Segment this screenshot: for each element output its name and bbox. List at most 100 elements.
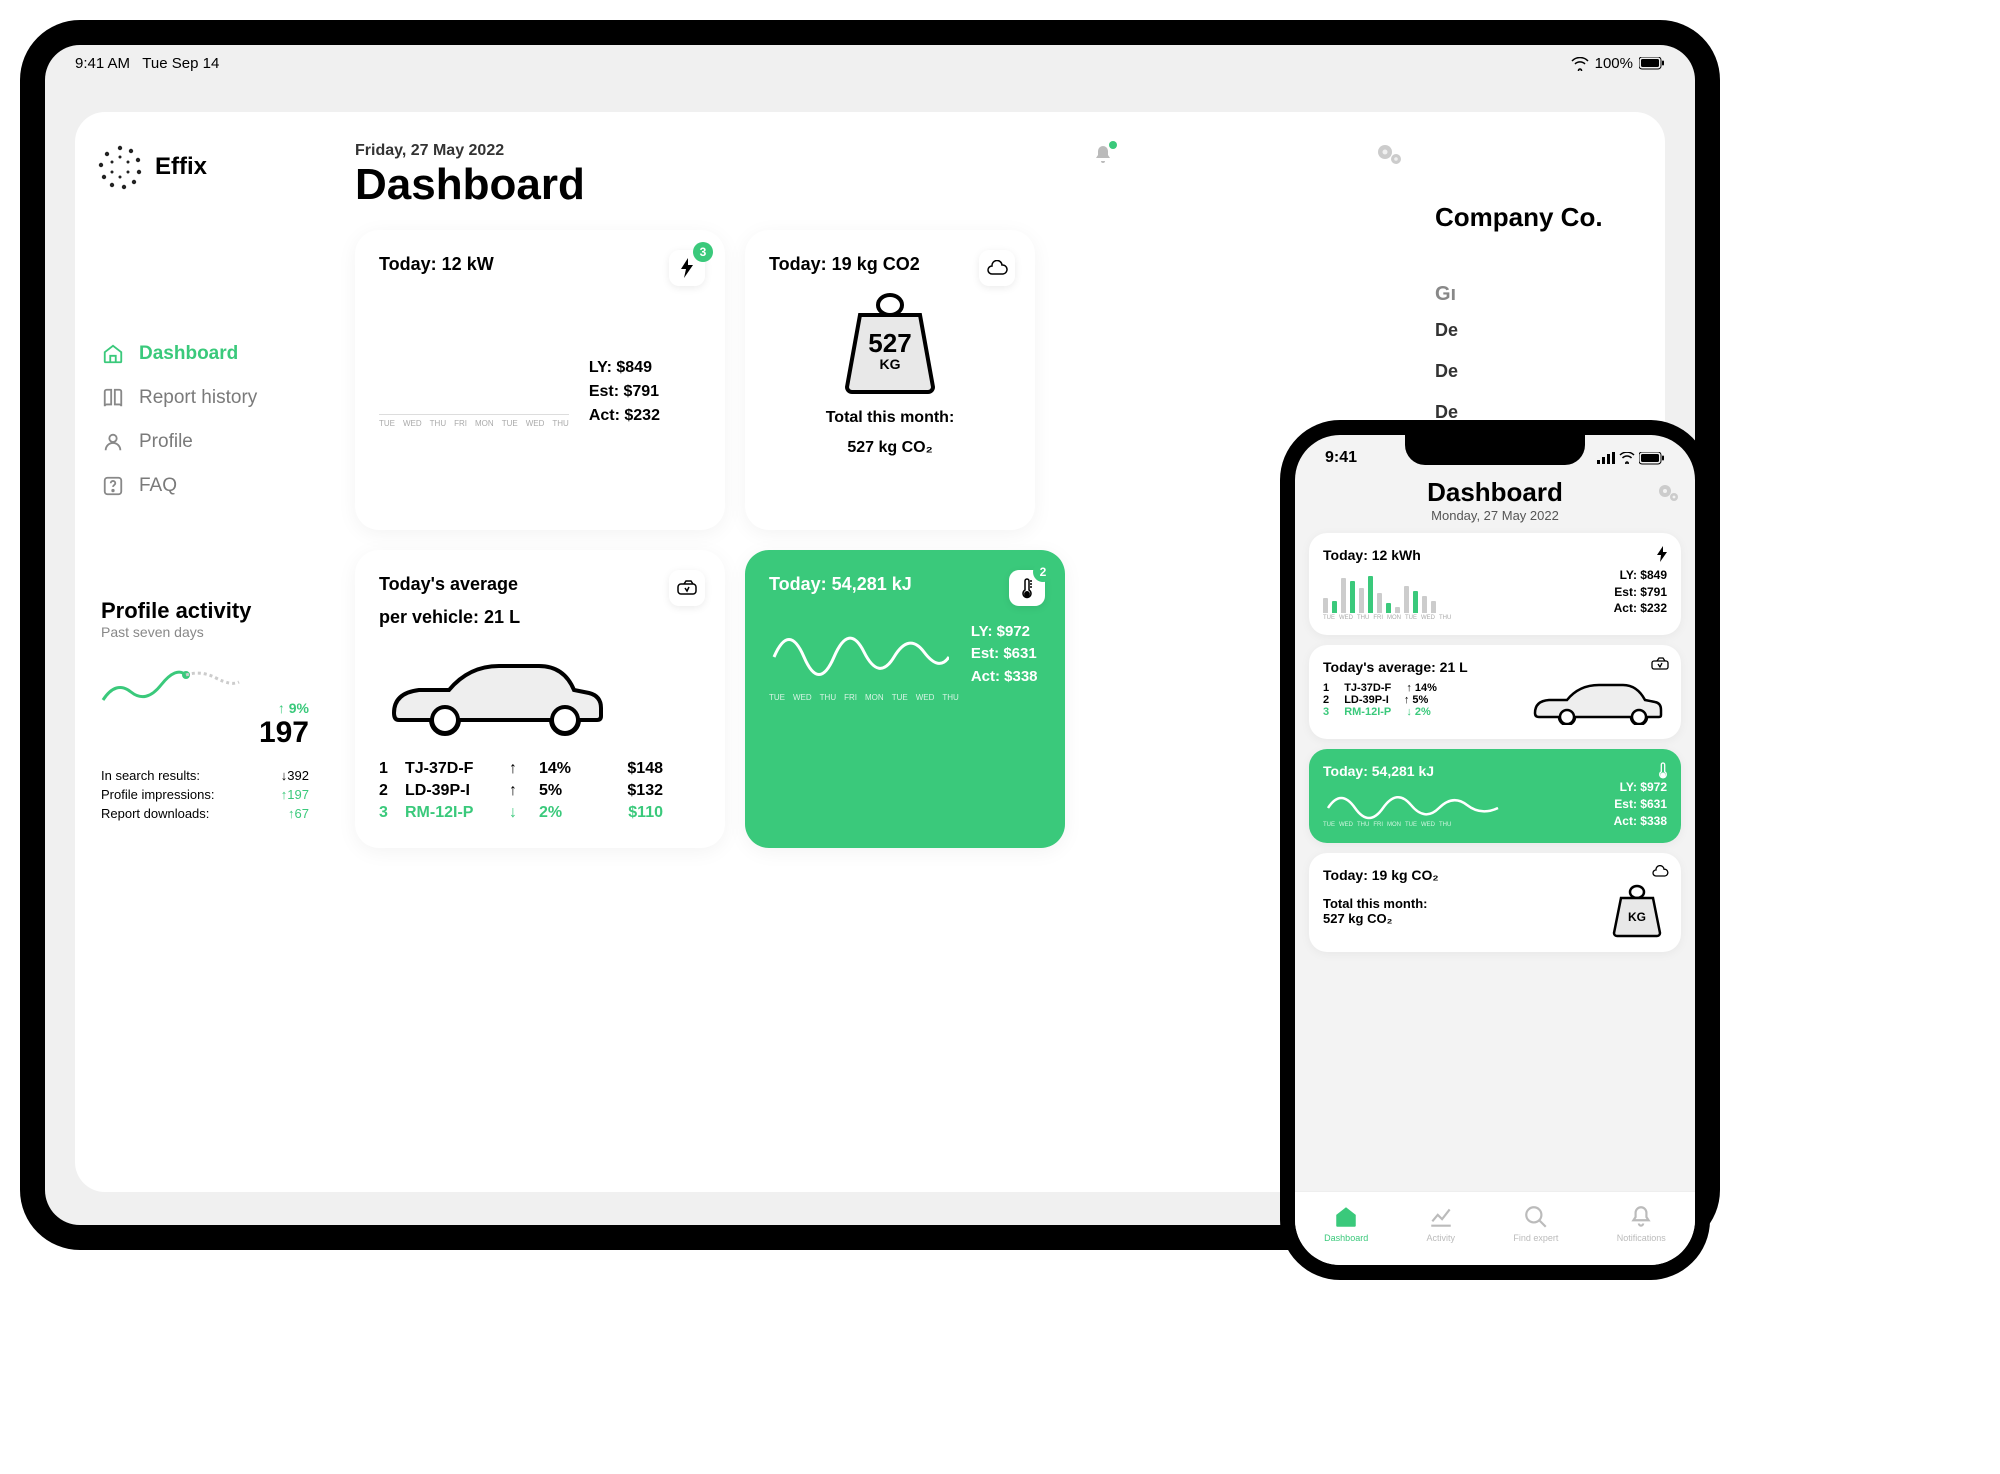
svg-text:527: 527 [868,328,911,358]
kw-act: Act: $232 [589,404,660,428]
gear-icon [1657,483,1681,503]
logo-icon [95,142,145,192]
profile-activity-widget: Profile activity Past seven days ↑ 9% 19… [95,588,315,833]
company-name: Company Co. [1435,202,1655,233]
tab-notifications[interactable]: Notifications [1617,1204,1666,1243]
card-kj-title: Today: 54,281 kJ [769,574,1041,595]
pa-subtitle: Past seven days [101,624,309,640]
cloud-icon [1651,865,1669,878]
pa-row-label: Profile impressions: [101,787,214,802]
kw-est: Est: $791 [589,380,660,404]
car-icon [1527,675,1667,725]
right-item[interactable]: De [1435,310,1655,351]
kw-bar-chart [379,315,569,415]
weight-icon: 527 KG [835,287,945,397]
nav-dashboard-label: Dashboard [139,343,238,365]
ipad-status-bar: 9:41 AM Tue Sep 14 100% [45,45,1695,82]
card-kj[interactable]: Today: 54,281 kJ 2 TUEWEDTHUFRIMONTUEWED… [745,550,1065,848]
m-kj-wave [1323,780,1503,820]
pa-title: Profile activity [101,598,309,624]
book-icon [101,386,125,410]
settings-button[interactable] [1375,142,1405,168]
mobile-card-kj[interactable]: Today: 54,281 kJ TUEWEDTHUFRIMONTUEWEDTH… [1309,749,1681,843]
battery-icon [1639,57,1665,70]
search-icon [1523,1204,1549,1230]
card-co2-icon-wrap [979,250,1015,286]
card-kw-title: Today: 12 kW [379,254,701,275]
nav-report-history-label: Report history [139,387,257,409]
card-co2-title: Today: 19 kg CO2 [769,254,1011,275]
vehicle-row: 2LD-39P-I↑5%$132 [379,780,701,802]
home-icon [101,342,125,366]
pa-row-val: 392 [281,768,309,783]
status-battery-pct: 100% [1595,55,1633,72]
gear-icon [1375,142,1405,168]
thermometer-icon [1657,761,1669,779]
wifi-icon [1571,57,1589,71]
pa-row-label: Report downloads: [101,806,209,821]
kj-badge: 2 [1033,562,1053,582]
iphone-title: Dashboard [1309,477,1681,508]
weight-icon: KG [1607,883,1667,938]
nav-dashboard[interactable]: Dashboard [95,332,315,376]
fuel-icon [1651,657,1669,671]
iphone-header: Dashboard Monday, 27 May 2022 [1309,477,1681,523]
m-avg-title: Today's average: 21 L [1323,659,1667,675]
tab-activity[interactable]: Activity [1427,1204,1456,1243]
kj-act: Act: $338 [971,666,1038,689]
card-kw-icon-wrap: 3 [669,250,705,286]
iphone-date: Monday, 27 May 2022 [1309,508,1681,523]
help-icon [101,474,125,498]
pa-value: 197 [101,716,309,750]
kj-est: Est: $631 [971,643,1038,666]
iphone-notch [1405,435,1585,465]
pa-row-val: 197 [281,787,309,802]
notification-dot [1109,141,1117,149]
mobile-card-vehicle[interactable]: Today's average: 21 L 1 TJ-37D-F ↑ 14% 2… [1309,645,1681,739]
svg-text:KG: KG [880,356,901,372]
card-co2[interactable]: Today: 19 kg CO2 527 KG Total this month… [745,230,1035,530]
cellular-icon [1597,452,1615,464]
tab-dashboard[interactable]: Dashboard [1324,1204,1368,1243]
logo[interactable]: Effix [95,142,315,192]
nav-report-history[interactable]: Report history [95,376,315,420]
svg-text:KG: KG [1628,910,1646,924]
iphone-screen: 9:41 Dashboard Monday, 27 May 2022 Today… [1295,435,1695,1265]
right-group-header: Gı [1435,283,1655,306]
mobile-card-co2[interactable]: Today: 19 kg CO₂ Total this month: 527 k… [1309,853,1681,952]
card-vehicle-icon-wrap [669,570,705,606]
iphone-content: Dashboard Monday, 27 May 2022 Today: 12 … [1295,467,1695,1187]
vehicle-row: 1TJ-37D-F↑14%$148 [379,758,701,780]
fuel-icon [676,579,698,597]
notifications-button[interactable] [1091,143,1115,167]
card-kj-icon-wrap: 2 [1009,570,1045,606]
right-item[interactable]: De [1435,351,1655,392]
pa-delta: ↑ 9% [101,700,309,716]
bolt-icon [1655,545,1669,563]
iphone-settings-button[interactable] [1657,483,1681,503]
card-kw[interactable]: Today: 12 kW 3 [355,230,725,530]
iphone-frame: 9:41 Dashboard Monday, 27 May 2022 Today… [1280,420,1710,1280]
header-date: Friday, 27 May 2022 [355,142,585,160]
cloud-icon [986,260,1008,276]
tab-find-expert[interactable]: Find expert [1513,1204,1558,1243]
battery-icon [1639,452,1665,465]
card-vehicle-title2: per vehicle: 21 L [379,607,701,628]
car-icon [379,648,609,738]
bolt-icon [678,257,696,279]
nav-profile[interactable]: Profile [95,420,315,464]
iphone-time: 9:41 [1325,449,1357,467]
wifi-icon [1619,452,1635,464]
bell-icon [1628,1204,1654,1230]
nav-faq[interactable]: FAQ [95,464,315,508]
mobile-card-kw[interactable]: Today: 12 kWh [1309,533,1681,635]
pa-row-val: 67 [288,806,309,821]
nav-profile-label: Profile [139,431,193,453]
home-icon [1333,1204,1359,1230]
status-date: Tue Sep 14 [142,55,219,72]
logo-text: Effix [155,153,207,181]
kj-ly: LY: $972 [971,621,1038,644]
vehicle-row: 3RM-12I-P↓2%$110 [379,802,701,824]
card-vehicle[interactable]: Today's average per vehicle: 21 L 1TJ-37… [355,550,725,848]
status-time: 9:41 AM [75,55,130,72]
